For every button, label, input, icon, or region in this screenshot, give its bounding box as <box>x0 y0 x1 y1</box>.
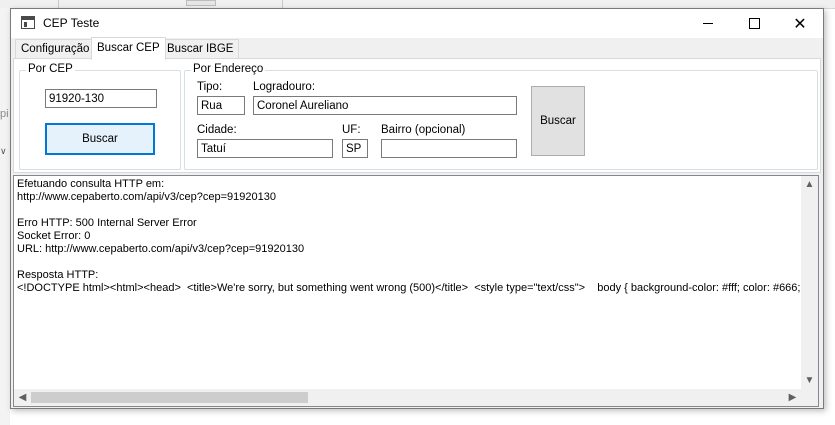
por-cep-group-title: Por CEP <box>26 63 75 75</box>
title-bar[interactable]: CEP Teste ✕ <box>11 9 823 38</box>
scroll-right-icon[interactable]: ▶ <box>784 389 801 406</box>
cep-input[interactable] <box>45 89 157 108</box>
background-divider <box>58 0 59 8</box>
background-divider <box>282 0 283 8</box>
background-divider <box>186 0 216 6</box>
close-icon: ✕ <box>793 15 807 33</box>
bairro-label: Bairro (opcional) <box>381 124 466 136</box>
bairro-input[interactable] <box>381 139 517 158</box>
por-cep-group: Por CEP Buscar <box>19 63 181 170</box>
logradouro-input[interactable] <box>253 96 517 115</box>
cidade-label: Cidade: <box>197 124 237 136</box>
tab-buscar-cep[interactable]: Buscar CEP <box>91 37 166 60</box>
tab-panel-buscar-cep: Por CEP Buscar Por Endereço Tipo: Lograd… <box>13 58 821 173</box>
scrollbar-corner <box>801 389 818 406</box>
uf-input[interactable] <box>342 139 368 158</box>
window-title: CEP Teste <box>43 16 100 30</box>
tipo-label: Tipo: <box>197 81 223 93</box>
background-text: pi <box>0 108 9 120</box>
tipo-input[interactable] <box>197 96 245 115</box>
maximize-button[interactable] <box>731 9 777 38</box>
output-textarea[interactable]: Efetuando consulta HTTP em: http://www.c… <box>13 175 819 407</box>
horizontal-scroll-thumb[interactable] <box>31 392 308 403</box>
chevron-down-icon: ∨ <box>0 146 7 156</box>
logradouro-label: Logradouro: <box>253 81 316 93</box>
buscar-endereco-button[interactable]: Buscar <box>531 86 585 156</box>
por-endereco-group-title: Por Endereço <box>191 63 266 75</box>
cep-teste-window: CEP Teste ✕ Configuração Buscar CEP Busc… <box>10 8 824 409</box>
cidade-input[interactable] <box>197 139 333 158</box>
scroll-down-icon[interactable]: ▼ <box>801 372 818 389</box>
por-endereco-group: Por Endereço Tipo: Logradouro: Cidade: U… <box>184 63 818 170</box>
minimize-icon <box>703 23 713 24</box>
close-button[interactable]: ✕ <box>777 9 823 38</box>
vertical-scrollbar[interactable]: ▲ ▼ <box>801 176 818 389</box>
tab-buscar-ibge[interactable]: Buscar IBGE <box>161 39 240 59</box>
background-app-sidebar <box>0 8 10 425</box>
output-log-text: Efetuando consulta HTTP em: http://www.c… <box>17 178 818 294</box>
minimize-button[interactable] <box>685 9 731 38</box>
buscar-cep-button[interactable]: Buscar <box>45 123 155 155</box>
uf-label: UF: <box>342 124 361 136</box>
scroll-up-icon[interactable]: ▲ <box>801 176 818 193</box>
tab-configuracao[interactable]: Configuração <box>15 39 96 59</box>
scroll-left-icon[interactable]: ◀ <box>14 389 31 406</box>
app-window-icon[interactable] <box>21 16 35 29</box>
horizontal-scrollbar[interactable]: ◀ ▶ <box>14 389 801 406</box>
maximize-icon <box>748 18 760 29</box>
